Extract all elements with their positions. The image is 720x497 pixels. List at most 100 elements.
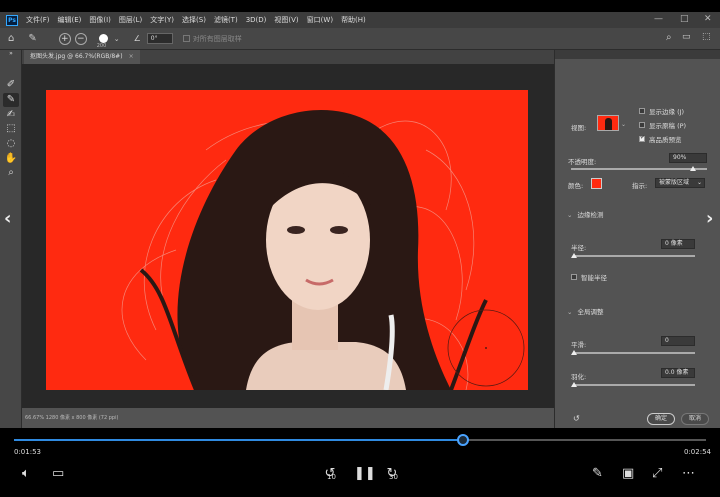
workspace-icon[interactable]: ▭: [682, 32, 691, 42]
subtract-from-selection-icon[interactable]: −: [74, 32, 87, 45]
menubar: Ps 文件(F) 编辑(E) 图像(I) 图层(L) 文字(Y) 选择(S) 滤…: [0, 12, 720, 28]
quick-selection-tool-icon[interactable]: ✐: [3, 78, 19, 92]
feather-label: 羽化:: [571, 373, 587, 381]
object-selection-tool-icon[interactable]: ⬚: [3, 122, 19, 136]
minimize-icon[interactable]: —: [654, 14, 663, 24]
opacity-slider[interactable]: [571, 168, 707, 170]
document-tab[interactable]: 抠图头发.jpg @ 66.7%(RGB/8#) ×: [24, 50, 140, 64]
progress-track[interactable]: [14, 434, 706, 446]
fullscreen-icon[interactable]: ⤢: [652, 466, 662, 481]
collapse-icon[interactable]: »: [3, 50, 19, 58]
menu-window[interactable]: 窗口(W): [303, 15, 337, 25]
opacity-slider-thumb[interactable]: [690, 166, 697, 171]
add-to-selection-icon[interactable]: +: [58, 32, 71, 45]
smooth-slider-thumb[interactable]: [571, 350, 577, 355]
brush-preview[interactable]: 200: [97, 34, 108, 49]
close-tab-icon[interactable]: ×: [129, 53, 134, 60]
view-chevron-icon[interactable]: ⌄: [621, 121, 626, 128]
progress-thumb[interactable]: [457, 434, 470, 446]
canvas-image[interactable]: [46, 90, 528, 390]
options-bar: ⌂ ✎ + − 200 ⌄ ∠ 0° 对所有图层取样 ⌕ ▭ ⬚: [0, 28, 720, 50]
share-icon[interactable]: ⬚: [702, 32, 711, 42]
angle-icon: ∠: [133, 34, 141, 43]
menu-3d[interactable]: 3D(D): [242, 16, 271, 24]
menu-file[interactable]: 文件(F): [22, 15, 54, 25]
search-icon[interactable]: ⌕: [666, 32, 672, 43]
next-arrow-icon[interactable]: ›: [706, 208, 713, 229]
smart-radius-checkbox[interactable]: [571, 274, 577, 280]
brush-tool-icon[interactable]: ✍: [3, 108, 19, 122]
hq-preview-checkbox[interactable]: [639, 134, 645, 142]
indicates-select-value: 被蒙版区域: [659, 179, 690, 186]
total-time: 0:02:54: [684, 448, 711, 456]
radius-slider-thumb[interactable]: [571, 253, 577, 258]
close-icon[interactable]: ✕: [704, 14, 712, 24]
show-edge-checkbox[interactable]: [639, 108, 645, 114]
portrait-image: [46, 90, 528, 390]
view-thumb-figure: [605, 118, 612, 130]
edge-detection-section[interactable]: 边缘检测: [567, 209, 603, 219]
smooth-input[interactable]: 0: [661, 336, 695, 346]
brush-tool-preset-icon[interactable]: ✎: [28, 33, 36, 44]
maximize-icon[interactable]: □: [680, 14, 689, 24]
indicates-label: 指示:: [632, 182, 648, 190]
pause-icon[interactable]: ❚❚: [354, 466, 376, 481]
show-original-checkbox[interactable]: [639, 122, 645, 128]
angle-input[interactable]: 0°: [146, 33, 173, 44]
photoshop-window: Ps 文件(F) 编辑(E) 图像(I) 图层(L) 文字(Y) 选择(S) 滤…: [0, 12, 720, 428]
skip-forward-label: 30: [389, 473, 398, 481]
previous-arrow-icon[interactable]: ‹: [4, 208, 11, 229]
refine-edge-brush-icon[interactable]: ✎: [3, 93, 19, 107]
progress-fill: [14, 439, 464, 441]
chevron-down-icon: ⌄: [696, 179, 702, 186]
feather-slider-thumb[interactable]: [571, 382, 577, 387]
menu-select[interactable]: 选择(S): [178, 15, 210, 25]
menu-help[interactable]: 帮助(H): [337, 15, 370, 25]
document-tab-title: 抠图头发.jpg @ 66.7%(RGB/8#): [30, 53, 123, 60]
chevron-down-icon[interactable]: ⌄: [114, 35, 120, 43]
sample-all-layers-label: 对所有图层取样: [192, 34, 242, 43]
view-label: 视图:: [571, 124, 587, 132]
pen-icon[interactable]: ✎: [592, 466, 603, 481]
zoom-tool-icon[interactable]: ⌕: [3, 166, 19, 180]
radius-input[interactable]: 0 像素: [661, 239, 695, 249]
menu-image[interactable]: 图像(I): [85, 15, 115, 25]
document-tab-bar: 抠图头发.jpg @ 66.7%(RGB/8#) ×: [22, 50, 554, 64]
more-options-icon[interactable]: ⋯: [682, 466, 695, 481]
overlay-color-swatch[interactable]: [591, 178, 602, 189]
skip-back-button[interactable]: ↺ 10: [322, 466, 338, 482]
ok-button[interactable]: 确定: [647, 413, 675, 425]
radius-label: 半径:: [571, 244, 587, 252]
status-bar: 66.67% 1280 像素 x 800 像素 (72 ppi): [22, 408, 554, 428]
panel-header: [555, 50, 720, 59]
menu-edit[interactable]: 编辑(E): [54, 15, 86, 25]
feather-slider[interactable]: [573, 384, 695, 386]
captions-icon[interactable]: ▭: [52, 466, 64, 481]
color-label: 颜色:: [568, 182, 584, 190]
global-refinements-section[interactable]: 全局调整: [567, 306, 603, 316]
volume-icon[interactable]: 🔈︎: [22, 466, 30, 481]
hand-tool-icon[interactable]: ✋: [3, 152, 19, 166]
brush-size-label: 200: [96, 43, 107, 49]
home-icon[interactable]: ⌂: [8, 33, 14, 44]
menu-filter[interactable]: 滤镜(T): [210, 15, 242, 25]
menu-view[interactable]: 视图(V): [270, 15, 302, 25]
mini-view-icon[interactable]: ▣: [622, 466, 634, 481]
cancel-button[interactable]: 取消: [681, 413, 709, 425]
radius-slider[interactable]: [573, 255, 695, 257]
feather-input[interactable]: 0.0 像素: [661, 368, 695, 378]
smooth-label: 平滑:: [571, 341, 587, 349]
properties-panel: 视图: ⌄ 显示边缘 (J) 显示原稿 (P) 高品质预览 不透明度: 90% …: [554, 50, 720, 428]
reset-icon[interactable]: ↺: [573, 414, 580, 423]
view-mode-thumbnail[interactable]: [597, 115, 619, 131]
lasso-tool-icon[interactable]: ◌: [3, 137, 19, 151]
current-time: 0:01:53: [14, 448, 41, 456]
indicates-select[interactable]: 被蒙版区域 ⌄: [655, 178, 705, 188]
opacity-input[interactable]: 90%: [669, 153, 707, 163]
menu-layer[interactable]: 图层(L): [115, 15, 146, 25]
menu-type[interactable]: 文字(Y): [146, 15, 178, 25]
canvas-area[interactable]: [22, 64, 554, 408]
sample-all-layers-checkbox[interactable]: [182, 35, 190, 42]
smooth-slider[interactable]: [573, 352, 695, 354]
skip-forward-button[interactable]: ↻ 30: [384, 466, 400, 482]
